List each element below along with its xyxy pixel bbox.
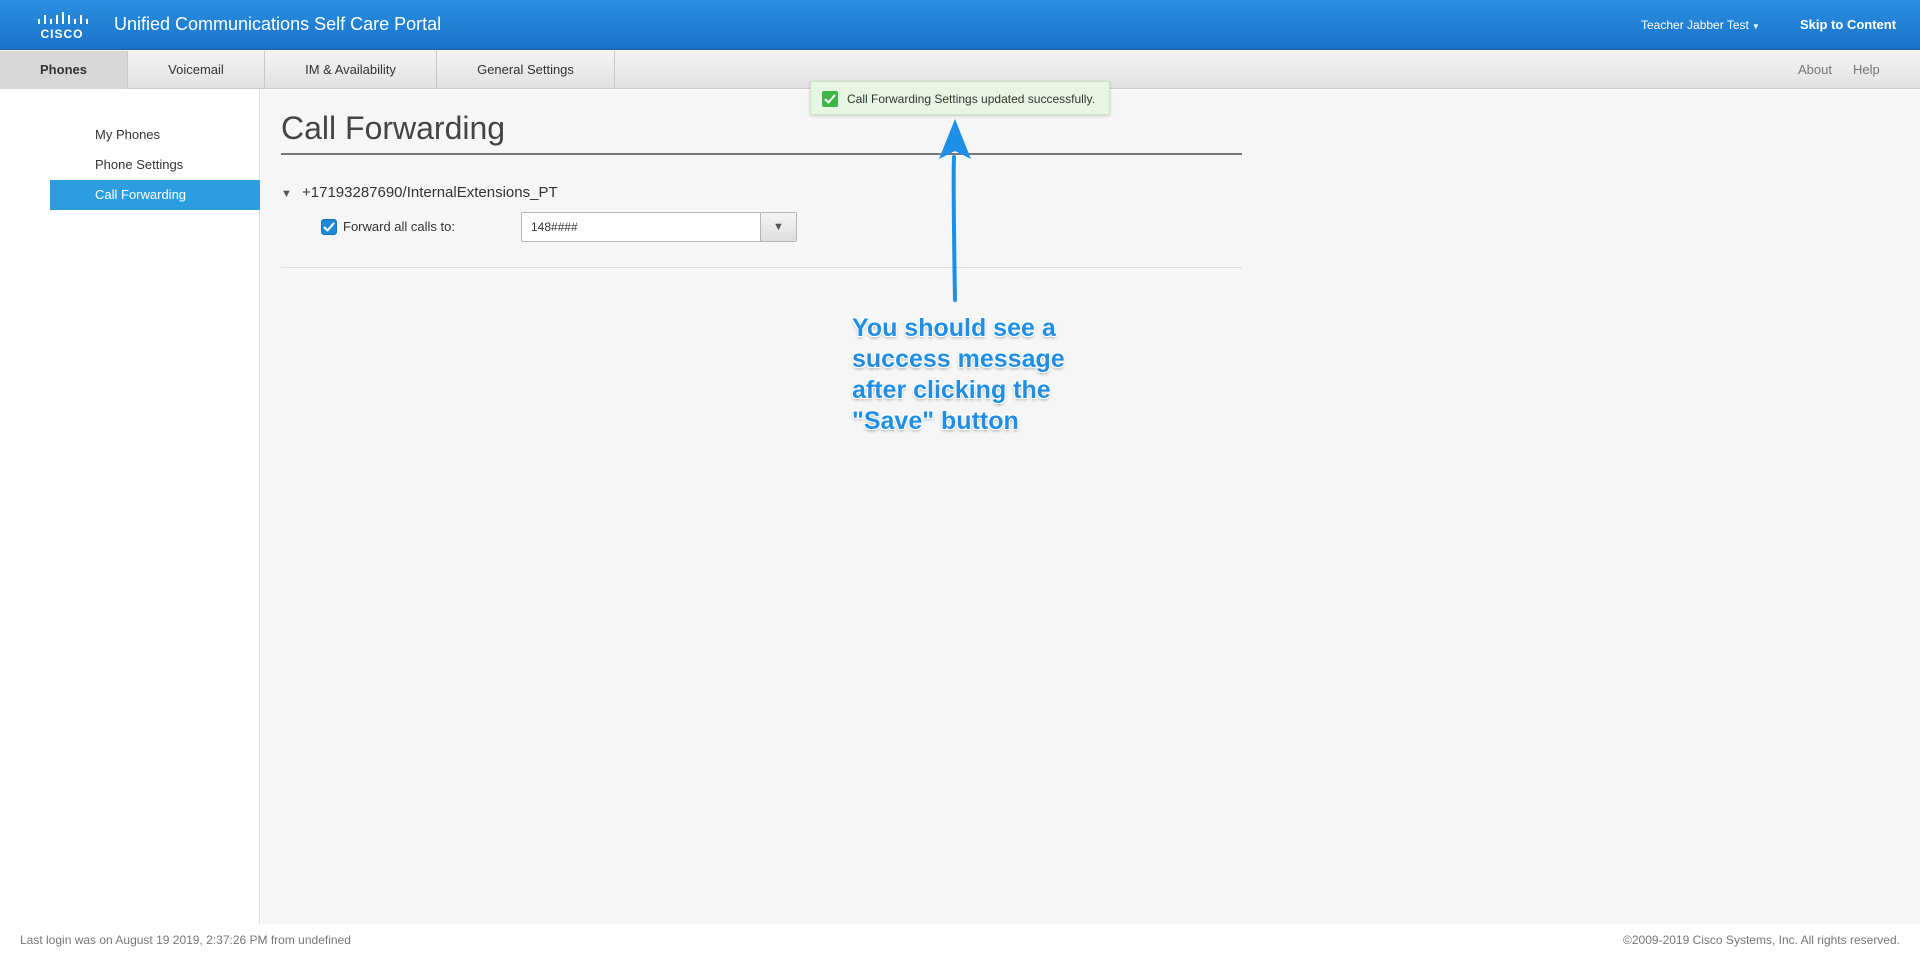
about-link[interactable]: About — [1798, 51, 1832, 89]
line-label: +17193287690/InternalExtensions_PT — [302, 184, 558, 201]
help-link[interactable]: Help — [1853, 51, 1880, 89]
success-toast: Call Forwarding Settings updated success… — [810, 81, 1110, 115]
chevron-down-icon: ▼ — [773, 221, 784, 233]
cisco-bars-icon — [38, 12, 88, 24]
checkmark-icon — [323, 222, 335, 232]
tab-general-settings[interactable]: General Settings — [437, 51, 615, 89]
app-title: Unified Communications Self Care Portal — [114, 14, 442, 34]
annotation-callout: You should see a success message after c… — [852, 313, 1092, 437]
tab-phones[interactable]: Phones — [0, 51, 128, 89]
dropdown-button[interactable]: ▼ — [760, 213, 796, 241]
annotation-line-3: after clicking the — [852, 376, 1051, 404]
sidebar-item-phone-settings[interactable]: Phone Settings — [50, 150, 260, 180]
logo-text: CISCO — [40, 27, 84, 41]
expand-triangle-icon[interactable]: ▼ — [281, 188, 292, 200]
user-name: Teacher Jabber Test — [1641, 18, 1749, 32]
sidebar-item-call-forwarding[interactable]: Call Forwarding — [50, 180, 260, 210]
sidebar: My Phones Phone Settings Call Forwarding — [0, 90, 260, 924]
line-header[interactable]: ▼ +17193287690/InternalExtensions_PT — [281, 184, 558, 201]
tab-voicemail[interactable]: Voicemail — [128, 51, 265, 89]
top-header: CISCO Unified Communications Self Care P… — [0, 0, 1920, 50]
annotation-line-4: "Save" button — [852, 407, 1019, 435]
copyright-text: ©2009-2019 Cisco Systems, Inc. All right… — [1623, 933, 1900, 947]
footer: Last login was on August 19 2019, 2:37:2… — [0, 924, 1920, 970]
tab-im-availability[interactable]: IM & Availability — [265, 51, 437, 89]
caret-down-icon: ▼ — [1751, 22, 1760, 31]
sidebar-item-my-phones[interactable]: My Phones — [50, 120, 260, 150]
toast-message: Call Forwarding Settings updated success… — [847, 92, 1095, 106]
section-divider — [281, 267, 1242, 268]
annotation-line-2: success message — [852, 345, 1065, 373]
skip-to-content-link[interactable]: Skip to Content — [1800, 17, 1896, 32]
annotation-line-1: You should see a — [852, 314, 1056, 342]
forward-all-label: Forward all calls to: — [343, 219, 455, 234]
last-login-text: Last login was on August 19 2019, 2:37:2… — [20, 933, 351, 947]
forward-destination-input[interactable] — [522, 213, 762, 241]
forward-destination-combobox: ▼ — [521, 212, 797, 242]
title-divider — [281, 153, 1242, 155]
user-menu[interactable]: Teacher Jabber Test ▼ — [1641, 18, 1760, 32]
forward-all-checkbox[interactable] — [321, 219, 337, 235]
annotation-arrow-icon — [939, 119, 971, 302]
main-content: Call Forwarding ▼ +17193287690/InternalEx… — [261, 90, 1920, 924]
page-title: Call Forwarding — [281, 110, 506, 146]
cisco-logo: CISCO — [36, 12, 88, 41]
success-check-icon — [822, 91, 838, 107]
